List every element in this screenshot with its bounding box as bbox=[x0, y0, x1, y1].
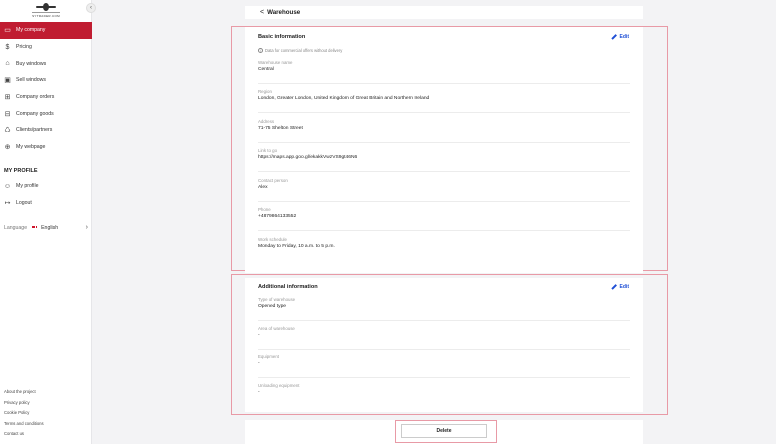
sidebar-item-label: Clients/partners bbox=[16, 127, 53, 134]
pencil-icon bbox=[610, 284, 617, 290]
logo[interactable]: SYTRADER.COM bbox=[0, 0, 92, 20]
field-unloading-equipment: Unloading equipment - bbox=[258, 383, 630, 407]
field-value: Monday to Friday, 10 a.m. to 5 p.m. bbox=[258, 244, 335, 249]
logout-icon: ↦ bbox=[4, 200, 11, 208]
edit-additional-button[interactable]: Edit bbox=[610, 284, 629, 290]
sidebar-item-my-profile[interactable]: ☺ My profile bbox=[0, 178, 92, 195]
field-value: Opened type bbox=[258, 304, 287, 309]
back-icon[interactable]: < bbox=[260, 9, 264, 16]
handshake-icon: ♺ bbox=[4, 127, 11, 135]
field-value: London, Greater London, United Kingdom o… bbox=[258, 96, 430, 101]
sidebar-item-buy-windows[interactable]: ⌂ Buy windows bbox=[0, 55, 92, 72]
sidebar-item-label: Logout bbox=[16, 200, 32, 207]
cart-icon: ⊞ bbox=[4, 94, 11, 102]
language-label: Language bbox=[4, 224, 28, 231]
edit-label: Edit bbox=[619, 34, 629, 40]
basket-icon: ⌂ bbox=[5, 60, 10, 68]
globe-icon: ⊕ bbox=[4, 144, 11, 152]
info-icon: i bbox=[258, 48, 263, 53]
sidebar-item-sell-windows[interactable]: ▣ Sell windows bbox=[0, 72, 92, 89]
field-contact-person: Contact person Alex bbox=[258, 178, 630, 202]
sidebar-item-label: Sell windows bbox=[16, 77, 46, 84]
field-warehouse-name: Warehouse name Central bbox=[258, 60, 630, 84]
sidebar-item-pricing[interactable]: $ Pricing bbox=[0, 39, 92, 56]
field-value: - bbox=[258, 333, 260, 338]
page-title: Warehouse bbox=[267, 9, 301, 16]
basic-info-card: Basic information Edit i Data for commer… bbox=[245, 27, 643, 273]
dollar-icon: $ bbox=[5, 43, 10, 51]
delete-button[interactable]: Delete bbox=[401, 424, 487, 438]
basic-info-title: Basic information bbox=[258, 34, 306, 40]
logo-text: SYTRADER.COM bbox=[32, 11, 60, 18]
sidebar-item-label: Company goods bbox=[16, 110, 54, 117]
chevron-left-icon: ‹ bbox=[90, 5, 92, 11]
chevron-right-icon: › bbox=[85, 224, 88, 231]
sidebar-item-label: My webpage bbox=[16, 144, 46, 151]
sidebar-item-label: Buy windows bbox=[16, 60, 47, 67]
briefcase-icon: ▭ bbox=[4, 27, 11, 35]
footer-link-contact[interactable]: Contact us bbox=[4, 429, 44, 440]
field-equipment: Equipment - bbox=[258, 354, 630, 378]
sidebar: SYTRADER.COM ▭ My company $ Pricing ⌂ Bu… bbox=[0, 0, 92, 444]
sidebar-item-company-goods[interactable]: ⊟ Company goods bbox=[0, 105, 92, 122]
page-header: < Warehouse bbox=[245, 6, 643, 19]
additional-info-card: Additional information Edit Type of ware… bbox=[245, 278, 643, 412]
delivery-note: i Data for commercial offers without del… bbox=[258, 48, 342, 53]
logo-mark bbox=[36, 2, 56, 11]
note-text: Data for commercial offers without deliv… bbox=[265, 48, 343, 53]
field-value: - bbox=[258, 390, 260, 395]
sidebar-item-my-company[interactable]: ▭ My company bbox=[0, 22, 92, 39]
sidebar-item-label: Pricing bbox=[16, 44, 32, 51]
footer-links: About the project Privacy policy Cookie … bbox=[4, 387, 44, 440]
sidebar-item-my-webpage[interactable]: ⊕ My webpage bbox=[0, 139, 92, 156]
footer-link-terms[interactable]: Terms and conditions bbox=[4, 419, 44, 430]
sidebar-item-logout[interactable]: ↦ Logout bbox=[0, 195, 92, 212]
grid-icon: ⊟ bbox=[4, 110, 11, 118]
sidebar-nav: ▭ My company $ Pricing ⌂ Buy windows ▣ S… bbox=[0, 22, 92, 156]
footer-link-cookie[interactable]: Cookie Policy bbox=[4, 408, 44, 419]
edit-label: Edit bbox=[619, 284, 629, 290]
footer-link-about[interactable]: About the project bbox=[4, 387, 44, 398]
edit-basic-button[interactable]: Edit bbox=[610, 34, 629, 40]
profile-nav: ☺ My profile ↦ Logout bbox=[0, 178, 92, 211]
field-value: Alex bbox=[258, 185, 268, 190]
field-link: Link to go https://maps.app.goo.gl/ekakk… bbox=[258, 148, 630, 172]
sidebar-item-label: My profile bbox=[16, 183, 39, 190]
uk-flag-icon bbox=[31, 225, 39, 230]
field-value: 71-75 Shelton Street bbox=[258, 126, 303, 131]
language-selector[interactable]: Language English › bbox=[4, 224, 90, 231]
box-icon: ▣ bbox=[4, 77, 11, 85]
field-region: Region London, Greater London, United Ki… bbox=[258, 89, 630, 113]
footer-link-privacy[interactable]: Privacy policy bbox=[4, 398, 44, 409]
sidebar-item-label: My company bbox=[16, 27, 46, 34]
collapse-sidebar-button[interactable]: ‹ bbox=[86, 3, 96, 13]
field-phone: Phone +4879864133552 bbox=[258, 207, 630, 231]
field-value: Central bbox=[258, 67, 274, 72]
sidebar-item-label: Company orders bbox=[16, 94, 55, 101]
field-value[interactable]: https://maps.app.goo.gl/ekakkVwzVS9gt46N… bbox=[258, 154, 630, 162]
field-warehouse-type: Type of warehouse Opened type bbox=[258, 297, 630, 321]
field-address: Address 71-75 Shelton Street bbox=[258, 119, 630, 143]
field-warehouse-area: Area of warehouse - bbox=[258, 326, 630, 350]
sidebar-item-clients-partners[interactable]: ♺ Clients/partners bbox=[0, 122, 92, 139]
field-value: +4879864133552 bbox=[258, 214, 297, 219]
pencil-icon bbox=[610, 34, 617, 40]
user-icon: ☺ bbox=[3, 182, 12, 190]
field-work-schedule: Work schedule Monday to Friday, 10 a.m. … bbox=[258, 237, 630, 261]
profile-section-title: MY PROFILE bbox=[4, 168, 38, 174]
field-value: - bbox=[258, 361, 260, 366]
additional-info-title: Additional information bbox=[258, 284, 318, 290]
sidebar-item-company-orders[interactable]: ⊞ Company orders bbox=[0, 89, 92, 106]
language-value: English bbox=[41, 224, 59, 231]
